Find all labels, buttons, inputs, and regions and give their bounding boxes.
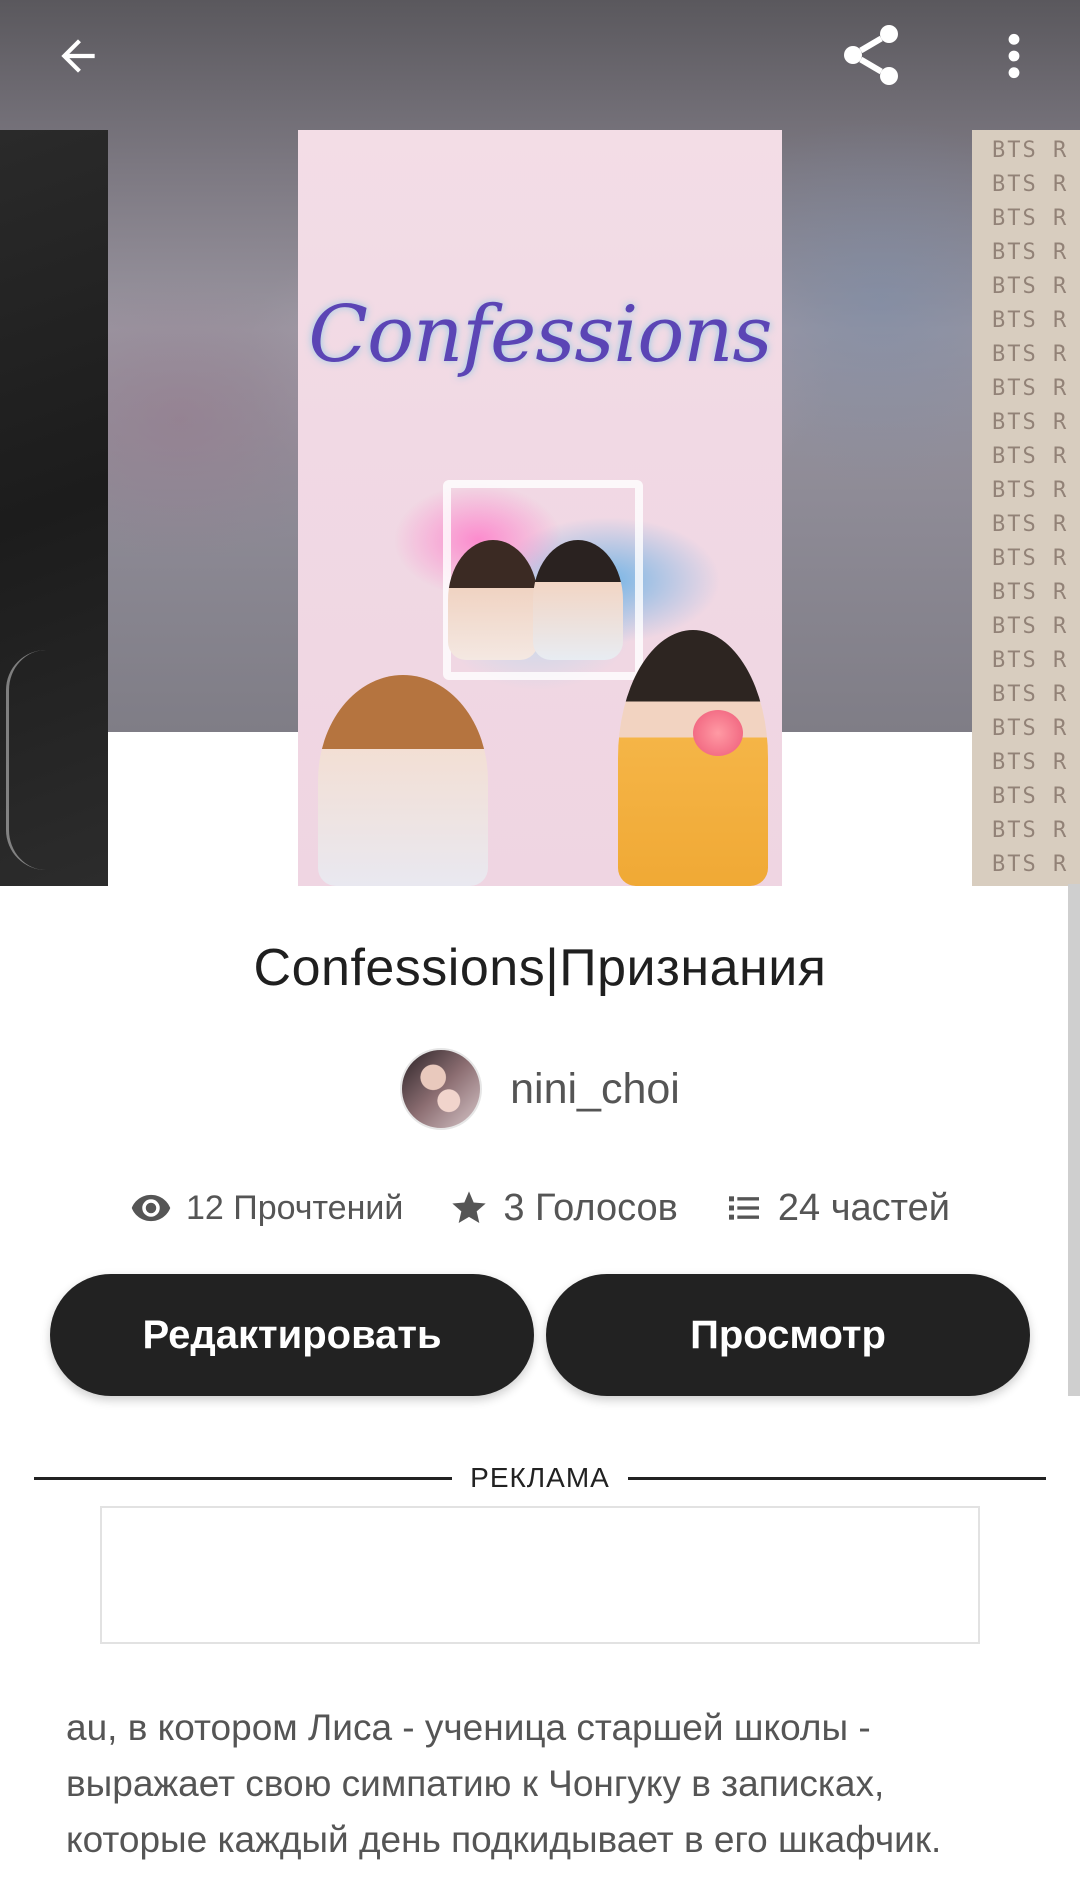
ad-label: РЕКЛАМА xyxy=(470,1462,610,1493)
top-bar xyxy=(0,0,1080,108)
cover-flower xyxy=(693,710,743,756)
cover-figure xyxy=(618,630,768,886)
back-button[interactable] xyxy=(40,18,116,94)
cover-text-row: BTS R xyxy=(992,342,1069,367)
ad-banner[interactable] xyxy=(100,1506,980,1644)
cover-text-row: BTS R xyxy=(992,206,1069,231)
book-title: Confessions|Признания xyxy=(253,939,827,997)
list-icon xyxy=(728,1196,759,1220)
more-vertical-icon xyxy=(1008,33,1020,79)
cover-text-row: BTS R xyxy=(992,852,1069,877)
votes-count: 3 Голосов xyxy=(503,1186,678,1229)
cover-figure xyxy=(318,675,488,886)
share-icon xyxy=(844,25,898,85)
cover-text-row: BTS R xyxy=(992,138,1069,163)
divider xyxy=(34,1477,452,1480)
book-cover[interactable]: Confessions xyxy=(298,130,782,886)
cover-text-row: BTS R xyxy=(992,444,1069,469)
cover-figure xyxy=(533,540,623,660)
cover-text-row: BTS R xyxy=(992,682,1069,707)
edit-button[interactable]: Редактировать xyxy=(50,1274,534,1396)
star-icon xyxy=(452,1191,487,1223)
cover-text-row: BTS R xyxy=(992,376,1069,401)
cover-text-row: BTS R xyxy=(992,410,1069,435)
avatar[interactable] xyxy=(400,1048,483,1130)
cover-text-row: BTS R xyxy=(992,512,1069,537)
author-row[interactable]: nini_choi xyxy=(0,1046,1080,1132)
book-description: au, в котором Лиса - ученица старшей шко… xyxy=(66,1707,942,1860)
share-button[interactable] xyxy=(830,14,912,96)
cover-text-row: BTS R xyxy=(992,478,1069,503)
book-stats: 12 Прочтений 3 Голосов 24 частей xyxy=(0,1176,1080,1240)
eye-icon xyxy=(131,1194,171,1222)
parts-stat[interactable]: 24 частей xyxy=(724,1187,950,1230)
more-options-button[interactable] xyxy=(984,18,1044,94)
arrow-left-icon xyxy=(61,39,95,73)
cover-text-row: BTS R xyxy=(992,614,1069,639)
author-name[interactable]: nini_choi xyxy=(510,1065,680,1114)
divider xyxy=(628,1477,1046,1480)
carousel-cover-next[interactable]: BTS R BTS R BTS R BTS R BTS R BTS R BTS … xyxy=(972,130,1080,886)
cover-text-row: BTS R xyxy=(992,172,1069,197)
cover-title-art: Confessions xyxy=(308,290,772,380)
cover-figure xyxy=(448,540,538,660)
cover-text-row: BTS R xyxy=(992,546,1069,571)
cover-text-row: BTS R xyxy=(992,648,1069,673)
cover-text-row: BTS R xyxy=(992,818,1069,843)
cover-text-row: BTS R xyxy=(992,274,1069,299)
cover-text-row: BTS R xyxy=(992,580,1069,605)
cover-text-row: BTS R xyxy=(992,716,1069,741)
reads-stat: 12 Прочтений xyxy=(130,1187,403,1229)
scrollbar[interactable] xyxy=(1068,884,1080,1396)
parts-count: 24 частей xyxy=(777,1186,950,1229)
cover-text-row: BTS R xyxy=(992,750,1069,775)
view-button[interactable]: Просмотр xyxy=(546,1274,1030,1396)
cover-text-row: BTS R xyxy=(992,784,1069,809)
cover-text-row: BTS R xyxy=(992,308,1069,333)
carousel-cover-previous[interactable] xyxy=(0,130,108,886)
reads-count: 12 Прочтений xyxy=(186,1188,404,1227)
cover-text-row: BTS R xyxy=(992,240,1069,265)
cover-artwork xyxy=(6,650,96,870)
votes-stat: 3 Голосов xyxy=(449,1187,678,1230)
